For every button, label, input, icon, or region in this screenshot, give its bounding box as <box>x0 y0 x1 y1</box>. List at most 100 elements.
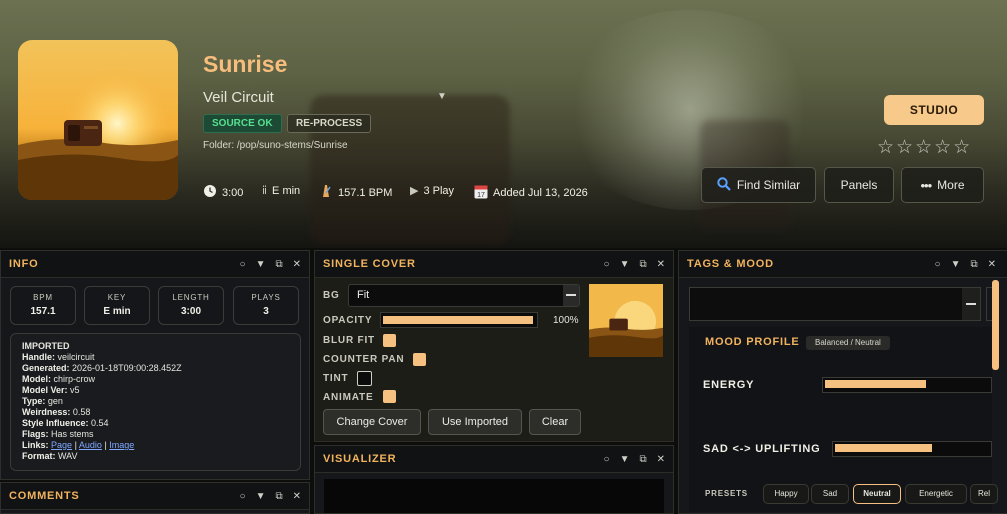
model-value: chirp-crow <box>53 374 96 384</box>
stat-value: 157.1 <box>30 306 56 317</box>
find-similar-button[interactable]: Find Similar <box>701 167 816 203</box>
mood-profile-title: MOOD PROFILE <box>705 336 800 348</box>
preset-neutral[interactable]: Neutral <box>853 484 901 504</box>
preset-sad[interactable]: Sad <box>811 484 849 504</box>
tags-input-toggle[interactable] <box>962 288 980 320</box>
minimize-icon[interactable]: ○ <box>604 259 610 270</box>
stat-label: PLAYS <box>251 293 281 302</box>
tint-color-swatch[interactable] <box>357 371 372 386</box>
artist-name[interactable]: Veil Circuit <box>203 89 274 106</box>
tags-input[interactable] <box>689 287 981 321</box>
reprocess-button[interactable]: RE-PROCESS <box>287 114 372 133</box>
imported-details: IMPORTED Handle: veilcircuit Generated: … <box>10 333 301 471</box>
sad-uplifting-slider-fill <box>835 444 932 452</box>
visualizer-canvas[interactable] <box>324 479 664 513</box>
more-dots-icon: ••• <box>920 177 933 193</box>
visualizer-header: VISUALIZER ○ ▼ ⧉ ✕ <box>315 446 673 473</box>
image-link[interactable]: Image <box>109 440 134 450</box>
close-icon[interactable]: ✕ <box>293 491 301 502</box>
minimize-icon[interactable]: ○ <box>604 454 610 465</box>
stat-box-length: LENGTH 3:00 <box>158 286 224 325</box>
close-icon[interactable]: ✕ <box>293 259 301 270</box>
counter-pan-checkbox[interactable] <box>413 353 426 366</box>
stat-label: BPM <box>33 293 53 302</box>
calendar-icon: 17 <box>474 184 488 202</box>
format-value: WAV <box>58 451 78 461</box>
preset-happy[interactable]: Happy <box>763 484 809 504</box>
preset-relaxed[interactable]: Rel <box>970 484 998 504</box>
tags-mood-header: TAGS & MOOD ○ ▼ ⧉ ✕ <box>679 251 1007 278</box>
play-icon: ▶ <box>410 185 419 197</box>
stat-box-key: KEY E min <box>84 286 150 325</box>
blur-fit-checkbox[interactable] <box>383 334 396 347</box>
track-title: Sunrise <box>203 51 288 77</box>
weirdness-label: Weirdness: <box>22 407 71 417</box>
studio-button[interactable]: STUDIO <box>884 95 984 125</box>
minimize-icon[interactable]: ○ <box>935 259 941 270</box>
counter-pan-label: COUNTER PAN <box>323 354 405 365</box>
clock-icon <box>203 184 217 201</box>
clear-button[interactable]: Clear <box>529 409 581 435</box>
close-icon[interactable]: ✕ <box>657 454 665 465</box>
handle-label: Handle: <box>22 352 56 362</box>
popout-icon[interactable]: ⧉ <box>275 491 282 502</box>
source-ok-badge: SOURCE OK <box>203 114 282 133</box>
style-influence-label: Style Influence: <box>22 418 89 428</box>
animate-label: ANIMATE <box>323 392 374 403</box>
metronome-icon <box>319 184 333 201</box>
weirdness-value: 0.58 <box>72 407 91 417</box>
collapse-icon[interactable]: ▼ <box>951 259 961 270</box>
cover-thumbnail[interactable] <box>589 284 663 357</box>
comments-panel-title: COMMENTS <box>9 490 80 502</box>
style-influence-value: 0.54 <box>91 418 109 428</box>
folder-path: Folder: /pop/suno-stems/Sunrise <box>203 140 348 151</box>
select-toggle-icon[interactable] <box>563 285 579 306</box>
tuning-fork-icon: ⅱ <box>262 185 268 197</box>
type-label: Type: <box>22 396 46 406</box>
animate-checkbox[interactable] <box>383 390 396 403</box>
bg-select[interactable]: Fit <box>348 284 580 307</box>
popout-icon[interactable]: ⧉ <box>639 259 646 270</box>
comments-panel: COMMENTS ○ ▼ ⧉ ✕ <box>0 482 310 514</box>
popout-icon[interactable]: ⧉ <box>275 259 282 270</box>
single-cover-title: SINGLE COVER <box>323 258 416 270</box>
duration-value: 3:00 <box>222 186 244 199</box>
more-button[interactable]: ••• More <box>901 167 984 203</box>
album-cover[interactable] <box>18 40 178 200</box>
svg-text:17: 17 <box>477 192 485 199</box>
preset-energetic[interactable]: Energetic <box>905 484 967 504</box>
tags-mood-title: TAGS & MOOD <box>687 258 774 270</box>
audio-link[interactable]: Audio <box>79 440 102 450</box>
opacity-slider-fill <box>383 316 533 324</box>
bg-label: BG <box>323 290 340 301</box>
bpm-stat: 157.1 BPM <box>319 184 392 201</box>
use-imported-button[interactable]: Use Imported <box>428 409 522 435</box>
single-cover-header: SINGLE COVER ○ ▼ ⧉ ✕ <box>315 251 673 278</box>
visualizer-title: VISUALIZER <box>323 453 397 465</box>
close-icon[interactable]: ✕ <box>657 259 665 270</box>
panels-button[interactable]: Panels <box>824 167 894 203</box>
close-icon[interactable]: ✕ <box>988 259 996 270</box>
collapse-icon[interactable]: ▼ <box>256 491 266 502</box>
minimize-icon[interactable]: ○ <box>240 259 246 270</box>
added-stat: 17 Added Jul 13, 2026 <box>474 184 588 202</box>
minimize-icon[interactable]: ○ <box>240 491 246 502</box>
page-link[interactable]: Page <box>51 440 72 450</box>
scrollbar-thumb[interactable] <box>992 280 999 370</box>
key-stat: ⅱ E min <box>262 184 301 198</box>
collapse-icon[interactable]: ▼ <box>256 259 266 270</box>
popout-icon[interactable]: ⧉ <box>970 259 977 270</box>
change-cover-button[interactable]: Change Cover <box>323 409 421 435</box>
collapse-icon[interactable]: ▼ <box>620 259 630 270</box>
info-panel-title: INFO <box>9 258 39 270</box>
links-label: Links: <box>22 440 49 450</box>
key-value: E min <box>272 184 301 197</box>
rating-stars[interactable]: ☆☆☆☆☆ <box>877 136 972 159</box>
blur-fit-label: BLUR FIT <box>323 335 375 346</box>
collapse-icon[interactable]: ▼ <box>620 454 630 465</box>
popout-icon[interactable]: ⧉ <box>639 454 646 465</box>
imported-heading: IMPORTED <box>22 341 70 351</box>
model-ver-value: v5 <box>70 385 80 395</box>
format-label: Format: <box>22 451 56 461</box>
chevron-down-icon[interactable]: ▼ <box>437 91 447 102</box>
